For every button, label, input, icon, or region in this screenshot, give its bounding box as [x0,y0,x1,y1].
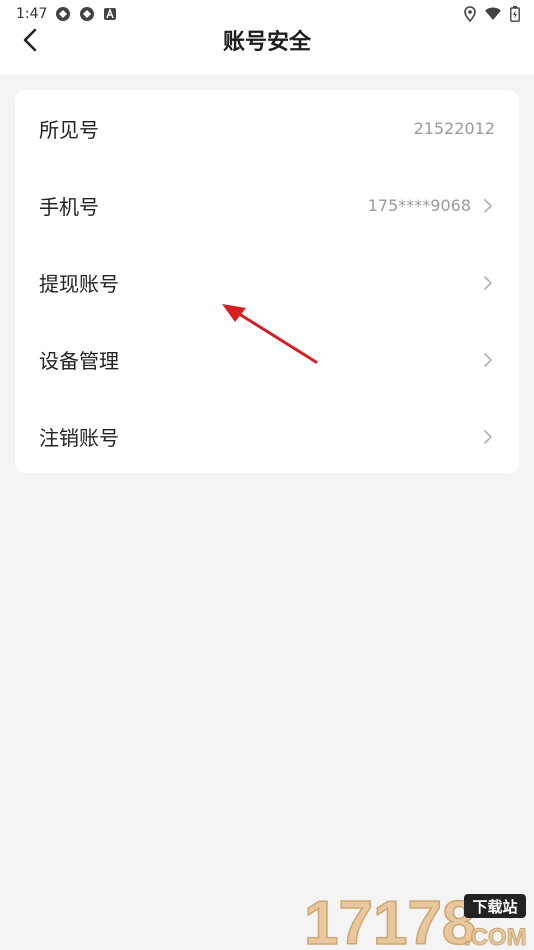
settings-card: 所见号 21522012 手机号 175****9068 提现账号 设备管理 注… [15,90,519,473]
notification-a-icon [103,7,117,21]
app-header: 账号安全 [0,28,534,75]
row-value: 21522012 [413,119,495,138]
location-icon [464,6,476,22]
settings-row-delete-account[interactable]: 注销账号 [15,398,519,475]
chevron-right-icon [483,198,495,214]
page-title: 账号安全 [222,30,311,55]
status-time: 1:47 [16,6,48,22]
chevron-right-icon [483,429,495,445]
status-right [464,6,520,22]
wifi-icon [484,7,502,21]
watermark-number: 17178 [304,890,476,948]
chevron-right-icon [483,352,495,368]
row-right [483,352,495,368]
chevron-right-icon [483,275,495,291]
settings-row-phone[interactable]: 手机号 175****9068 [15,167,519,244]
row-label: 手机号 [39,195,99,219]
settings-row-suojian-id: 所见号 21522012 [15,90,519,167]
watermark-logo: 17178 下载站 .COM [303,888,530,950]
row-right [483,429,495,445]
watermark-domain: .COM [464,924,527,948]
row-label: 所见号 [39,118,99,142]
sync-icon-2 [79,6,95,22]
row-right: 21522012 [414,119,495,138]
annotation-arrow-icon [222,304,318,364]
battery-icon [510,6,520,22]
row-right: 175****9068 [368,196,495,215]
watermark-badge: 下载站 [472,898,517,916]
status-left: 1:47 [16,6,117,22]
row-label: 提现账号 [39,272,119,296]
row-label: 设备管理 [39,349,119,373]
row-right [483,275,495,291]
row-value: 175****9068 [367,196,471,215]
row-label: 注销账号 [39,426,119,450]
sync-icon [55,6,71,22]
